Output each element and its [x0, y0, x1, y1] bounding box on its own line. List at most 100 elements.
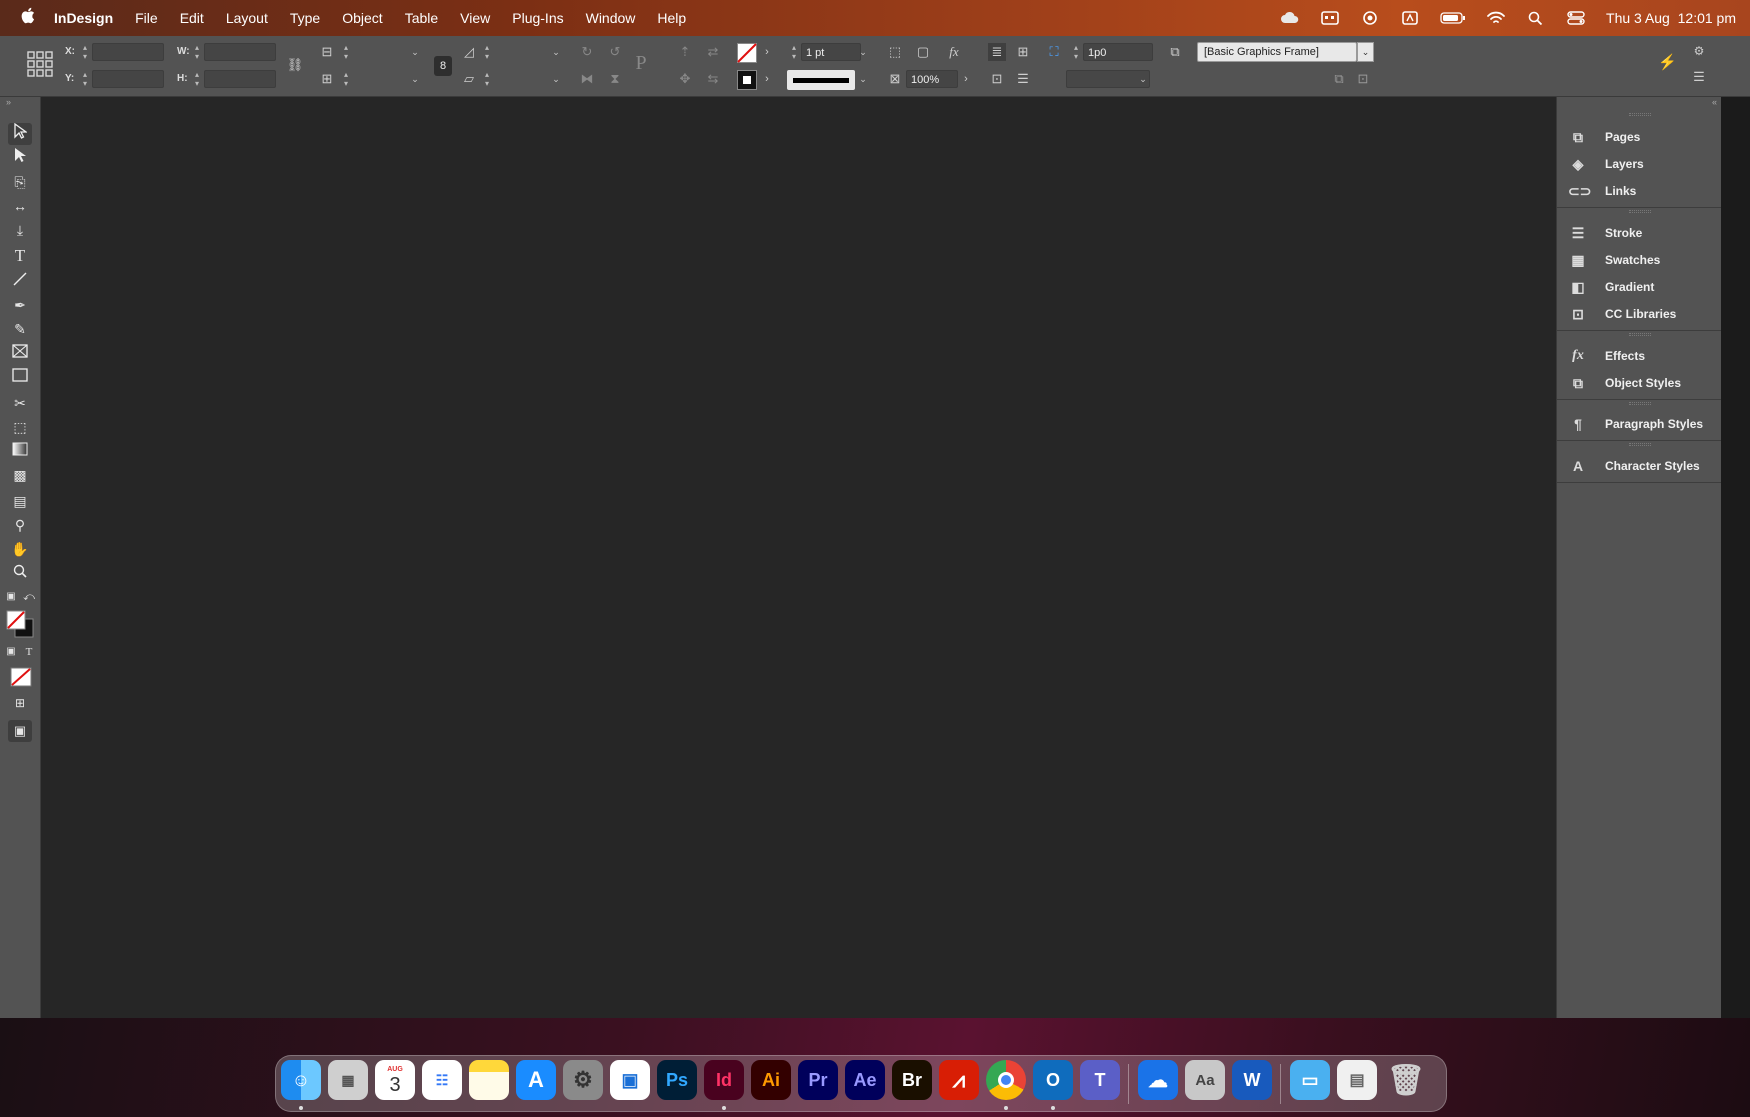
panel-effects[interactable]: fx Effects: [1557, 342, 1722, 370]
pasteboard-canvas[interactable]: [41, 97, 1556, 1018]
menu-type[interactable]: Type: [279, 10, 331, 26]
pencil-tool-icon[interactable]: ✎: [8, 318, 32, 340]
page-tool-icon[interactable]: ⎘: [8, 171, 32, 193]
swap-fill-stroke-icon[interactable]: ⤺: [22, 586, 36, 608]
y-stepper[interactable]: ▴ ▾: [80, 70, 90, 88]
panel-group-grip[interactable]: [1629, 443, 1651, 446]
stroke-weight-dropdown[interactable]: ⌄: [856, 43, 870, 61]
after-effects-icon[interactable]: Ae: [845, 1060, 885, 1100]
cc-sync-icon[interactable]: [1360, 11, 1380, 25]
pen-tool-icon[interactable]: ✒: [8, 294, 32, 316]
wifi-icon[interactable]: [1486, 11, 1506, 25]
publish-online-icon[interactable]: ⚡: [1658, 54, 1677, 72]
gradient-feather-tool-icon[interactable]: ▩: [8, 464, 32, 486]
formatting-text-icon[interactable]: T: [22, 641, 36, 663]
menu-view[interactable]: View: [449, 10, 501, 26]
acrobat-icon[interactable]: ⩘: [939, 1060, 979, 1100]
free-transform-tool-icon[interactable]: ⬚: [8, 416, 32, 438]
fill-stroke-proxy-icon[interactable]: [6, 610, 34, 638]
gradient-swatch-tool-icon[interactable]: [8, 440, 32, 462]
panel-group-grip[interactable]: [1629, 210, 1651, 213]
panel-layers[interactable]: ◈ Layers: [1557, 150, 1722, 178]
w-field[interactable]: [204, 43, 276, 61]
window-preview-icon[interactable]: ▤: [1337, 1060, 1377, 1100]
corner-options-icon[interactable]: ▢: [914, 43, 932, 61]
spotlight-search-icon[interactable]: [1526, 11, 1546, 25]
calendar-menubar-icon[interactable]: [1320, 11, 1340, 25]
creative-cloud-icon[interactable]: [1280, 11, 1300, 25]
stroke-weight-stepper[interactable]: ▴ ▾: [789, 43, 799, 61]
scale-x-stepper[interactable]: ▴ ▾: [341, 43, 351, 61]
illustrator-icon[interactable]: Ai: [751, 1060, 791, 1100]
fill-swatch-menu-icon[interactable]: ›: [758, 43, 776, 61]
selection-tool-icon[interactable]: [8, 122, 32, 145]
panel-group-grip[interactable]: [1629, 113, 1651, 116]
clear-nonstyle-icon[interactable]: ⊡: [1354, 70, 1372, 88]
panel-links[interactable]: ⊂⊃ Links: [1557, 177, 1722, 205]
stroke-swatch-icon[interactable]: [737, 70, 757, 90]
menu-file[interactable]: File: [124, 10, 169, 26]
opacity-menu-icon[interactable]: ›: [957, 70, 975, 88]
panel-swatches[interactable]: ▦ Swatches: [1557, 246, 1722, 274]
menu-table[interactable]: Table: [394, 10, 449, 26]
menu-object[interactable]: Object: [331, 10, 393, 26]
select-content-next-icon[interactable]: ⇆: [704, 70, 722, 88]
object-style-dropdown-arrow[interactable]: ⌄: [1357, 42, 1374, 62]
panel-group-grip[interactable]: [1629, 333, 1651, 336]
remote-desktop-icon[interactable]: ▣: [610, 1060, 650, 1100]
collapse-panels-icon[interactable]: «: [1712, 97, 1717, 107]
screen-mode-icon[interactable]: ⊞: [8, 692, 32, 714]
panel-stroke[interactable]: ☰ Stroke: [1557, 219, 1722, 247]
default-fill-stroke-icon[interactable]: ▣: [4, 586, 18, 608]
rotation-stepper[interactable]: ▴ ▾: [482, 43, 492, 61]
rectangle-tool-icon[interactable]: [8, 366, 32, 388]
font-book-icon[interactable]: Aa: [1185, 1060, 1225, 1100]
premiere-icon[interactable]: Pr: [798, 1060, 838, 1100]
select-content-icon[interactable]: ✥: [676, 70, 694, 88]
panel-gradient[interactable]: ◧ Gradient: [1557, 273, 1722, 301]
panel-character-styles[interactable]: A Character Styles: [1557, 452, 1722, 480]
menu-edit[interactable]: Edit: [169, 10, 215, 26]
offset-field[interactable]: 1p0: [1083, 43, 1153, 61]
rotation-dropdown[interactable]: ⌄: [549, 43, 563, 61]
launchpad-icon[interactable]: ▦: [328, 1060, 368, 1100]
panel-pages[interactable]: ⧉ Pages: [1557, 123, 1722, 151]
note-tool-icon[interactable]: ▤: [8, 490, 32, 512]
folder-icon[interactable]: ▭: [1290, 1060, 1330, 1100]
menu-layout[interactable]: Layout: [215, 10, 279, 26]
app-store-icon[interactable]: A: [516, 1060, 556, 1100]
object-style-dropdown[interactable]: [Basic Graphics Frame]: [1197, 42, 1357, 62]
battery-icon[interactable]: [1440, 11, 1466, 25]
scale-y-dropdown[interactable]: ⌄: [408, 70, 422, 88]
frame-fitting-dropdown[interactable]: ⌄: [1136, 70, 1150, 88]
zoom-tool-icon[interactable]: [8, 562, 32, 584]
panel-cc-libraries[interactable]: ⊡ CC Libraries: [1557, 300, 1722, 328]
reminders-icon[interactable]: ☷: [422, 1060, 462, 1100]
notes-icon[interactable]: [469, 1060, 509, 1100]
gap-tool-icon[interactable]: ↔: [8, 195, 32, 217]
auto-fit-icon[interactable]: ⛶: [1045, 43, 1063, 61]
menu-help[interactable]: Help: [646, 10, 697, 26]
hand-tool-icon[interactable]: ✋: [8, 538, 32, 560]
eyedropper-tool-icon[interactable]: ⚲: [8, 514, 32, 536]
x-stepper[interactable]: ▴ ▾: [80, 43, 90, 61]
shear-dropdown[interactable]: ⌄: [549, 70, 563, 88]
line-tool-icon[interactable]: [8, 270, 32, 292]
offset-stepper[interactable]: ▴ ▾: [1071, 43, 1081, 61]
h-stepper[interactable]: ▴ ▾: [192, 70, 202, 88]
fill-none-swatch-icon[interactable]: [737, 43, 757, 63]
constrain-proportions-icon[interactable]: ⛓: [286, 56, 304, 74]
stroke-weight-field[interactable]: 1 pt: [801, 43, 861, 61]
panel-group-grip[interactable]: [1629, 402, 1651, 405]
rotate-ccw-icon[interactable]: ↺: [606, 43, 624, 61]
flip-vertical-icon[interactable]: ⧗: [606, 70, 624, 88]
menubar-clock[interactable]: Thu 3 Aug 12:01 pm: [1606, 10, 1736, 26]
system-settings-icon[interactable]: ⚙: [563, 1060, 603, 1100]
flip-horizontal-icon[interactable]: ⧓: [578, 70, 596, 88]
apple-icon[interactable]: [0, 7, 54, 29]
clear-overrides-icon[interactable]: ⧉: [1330, 70, 1348, 88]
panel-object-styles[interactable]: ⧉ Object Styles: [1557, 369, 1722, 397]
constrain-scale-icon[interactable]: 8: [434, 56, 452, 76]
rectangle-frame-tool-icon[interactable]: [8, 342, 32, 364]
menu-window[interactable]: Window: [575, 10, 647, 26]
